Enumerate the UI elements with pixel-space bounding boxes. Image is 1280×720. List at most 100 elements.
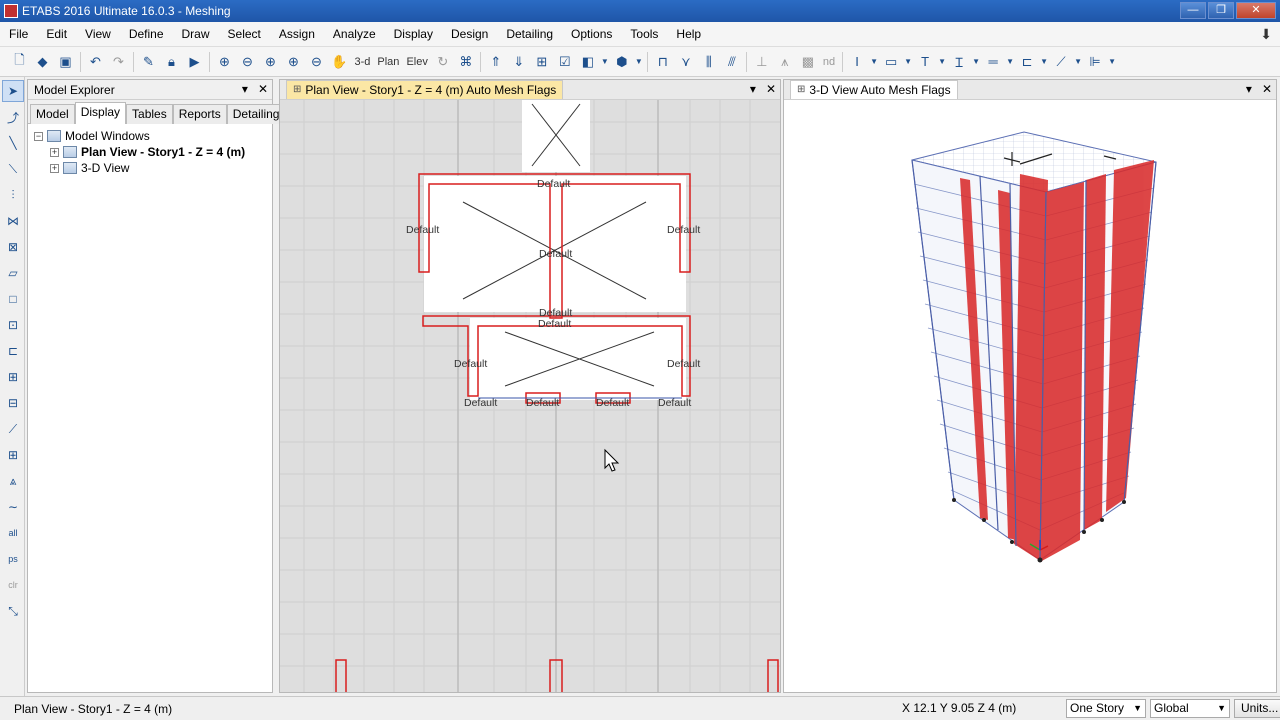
wave-icon[interactable]: ∼ <box>2 496 24 518</box>
panel-close-icon[interactable]: ✕ <box>766 82 776 96</box>
expand-icon[interactable]: + <box>50 147 59 157</box>
maximize-button[interactable]: ❐ <box>1208 2 1234 19</box>
draw-floor-icon[interactable]: ▱ <box>2 262 24 284</box>
link-icon[interactable]: ⩚ <box>775 52 795 72</box>
joint-icon[interactable]: ⊥ <box>752 52 772 72</box>
menu-assign[interactable]: Assign <box>270 22 324 47</box>
panel-menu-chevron-down-icon[interactable]: ▾ <box>1246 82 1252 96</box>
rectangular-floor-icon[interactable]: □ <box>2 288 24 310</box>
tab-tables[interactable]: Tables <box>126 104 173 124</box>
glasses-icon[interactable]: ⌘ <box>456 52 476 72</box>
zoom-window-icon[interactable]: ⊕ <box>215 52 235 72</box>
download-icon[interactable]: ⬇ <box>1260 26 1272 43</box>
pier-icon[interactable]: T <box>915 52 935 72</box>
panel-close-icon[interactable]: ✕ <box>1262 82 1272 96</box>
lock-icon[interactable]: 🔒︎ <box>162 52 182 72</box>
link-draw-icon[interactable]: ⟋ <box>2 418 24 440</box>
rebar-icon[interactable]: ═ <box>983 52 1003 72</box>
save-icon[interactable]: ▣ <box>56 52 76 72</box>
tab-reports[interactable]: Reports <box>172 104 227 124</box>
coordinate-system-select[interactable]: Global ▼ <box>1150 699 1230 718</box>
node-button[interactable]: nd <box>821 52 837 72</box>
dropdown-arrow-icon[interactable]: ▼ <box>1040 52 1048 72</box>
panel-menu-chevron-down-icon[interactable]: ▾ <box>242 82 248 96</box>
redo-icon[interactable]: ↷ <box>109 52 129 72</box>
menu-define[interactable]: Define <box>120 22 173 47</box>
open-file-icon[interactable]: ◆ <box>33 52 53 72</box>
pan-icon[interactable]: ✋ <box>330 52 350 72</box>
menu-help[interactable]: Help <box>667 22 710 47</box>
area-icon[interactable]: ▩ <box>798 52 818 72</box>
dropdown-arrow-icon[interactable]: ▼ <box>635 52 643 72</box>
perspective-icon[interactable]: ⬢ <box>612 52 632 72</box>
units-button[interactable]: Units... <box>1234 699 1280 718</box>
plan-view-canvas[interactable]: Default Default Default Default Default … <box>280 100 780 692</box>
column-icon[interactable]: I <box>847 52 867 72</box>
menu-draw[interactable]: Draw <box>173 22 219 47</box>
set-building-icon[interactable]: ◧ <box>578 52 598 72</box>
expand-icon[interactable]: + <box>50 163 59 173</box>
section-icon[interactable]: Ɪ <box>949 52 969 72</box>
move-up-icon[interactable]: ⇑ <box>486 52 506 72</box>
dropdown-arrow-icon[interactable]: ▼ <box>1006 52 1014 72</box>
dropdown-arrow-icon[interactable]: ▼ <box>601 52 609 72</box>
zoom-extents-icon[interactable]: ⊕ <box>284 52 304 72</box>
set-display-icon[interactable]: ☑ <box>555 52 575 72</box>
story-select[interactable]: One Story ▼ <box>1066 699 1146 718</box>
plan-view-tab[interactable]: ⊞ Plan View - Story1 - Z = 4 (m) Auto Me… <box>286 80 564 99</box>
menu-select[interactable]: Select <box>219 22 270 47</box>
3d-view-canvas[interactable] <box>784 100 1276 692</box>
quick-wall-icon[interactable]: ⊞ <box>2 366 24 388</box>
dropdown-arrow-icon[interactable]: ▼ <box>1074 52 1082 72</box>
move-down-icon[interactable]: ⇓ <box>509 52 529 72</box>
tab-display[interactable]: Display <box>74 102 127 124</box>
draw-frame-icon[interactable]: ⊓ <box>653 52 673 72</box>
dropdown-arrow-icon[interactable]: ▼ <box>972 52 980 72</box>
select-all-icon[interactable]: all <box>2 522 24 544</box>
draw-line-icon[interactable]: ╲ <box>2 132 24 154</box>
quick-braces-icon[interactable]: ⋈ <box>2 210 24 232</box>
opening-icon[interactable]: ⊟ <box>2 392 24 414</box>
run-analysis-icon[interactable]: ▶ <box>185 52 205 72</box>
plan-view-button[interactable]: Plan <box>375 52 401 72</box>
tendon-icon[interactable]: ⊏ <box>1017 52 1037 72</box>
close-button[interactable]: ✕ <box>1236 2 1276 19</box>
3d-view-tab[interactable]: ⊞ 3-D View Auto Mesh Flags <box>790 80 958 99</box>
zoom-previous-icon[interactable]: ⊖ <box>238 52 258 72</box>
zoom-in-icon[interactable]: ⊕ <box>261 52 281 72</box>
dropdown-arrow-icon[interactable]: ▼ <box>904 52 912 72</box>
beam-icon[interactable]: ▭ <box>881 52 901 72</box>
grid-icon[interactable]: ⊞ <box>2 444 24 466</box>
previous-select-icon[interactable]: ps <box>2 548 24 570</box>
secondary-beam-icon[interactable]: ⊠ <box>2 236 24 258</box>
menu-display[interactable]: Display <box>385 22 442 47</box>
pencil-icon[interactable]: ✎ <box>139 52 159 72</box>
panel-menu-chevron-down-icon[interactable]: ▾ <box>750 82 756 96</box>
menu-edit[interactable]: Edit <box>37 22 76 47</box>
pointer-icon[interactable]: ➤ <box>2 80 24 102</box>
menu-view[interactable]: View <box>76 22 120 47</box>
tree-item-plan-view[interactable]: + Plan View - Story1 - Z = 4 (m) <box>34 144 266 160</box>
tab-detailing[interactable]: Detailing <box>226 104 286 124</box>
tree-item-3d-view[interactable]: + 3-D View <box>34 160 266 176</box>
reference-icon[interactable]: ⊫ <box>1085 52 1105 72</box>
reshape-icon[interactable]: ⤴ <box>2 106 24 128</box>
view-3d-button[interactable]: 3-d <box>353 52 373 72</box>
dropdown-arrow-icon[interactable]: ▼ <box>938 52 946 72</box>
quick-beam-icon[interactable]: ⟍ <box>2 158 24 180</box>
menu-tools[interactable]: Tools <box>621 22 667 47</box>
tree-root[interactable]: − Model Windows <box>34 128 266 144</box>
menu-design[interactable]: Design <box>442 22 497 47</box>
panel-close-icon[interactable]: ✕ <box>258 82 268 96</box>
menu-options[interactable]: Options <box>562 22 621 47</box>
menu-detailing[interactable]: Detailing <box>497 22 562 47</box>
clear-select-icon[interactable]: clr <box>2 574 24 596</box>
wall-icon[interactable]: ⊏ <box>2 340 24 362</box>
menu-analyze[interactable]: Analyze <box>324 22 385 47</box>
collapse-icon[interactable]: − <box>34 131 43 141</box>
draw-brace-icon[interactable]: ⋎ <box>676 52 696 72</box>
draw-slab-icon[interactable]: ⫻ <box>722 52 742 72</box>
elevation-view-button[interactable]: Elev <box>404 52 429 72</box>
object-shrink-icon[interactable]: ⊞ <box>532 52 552 72</box>
quick-column-icon[interactable]: ⫶ <box>2 184 24 206</box>
